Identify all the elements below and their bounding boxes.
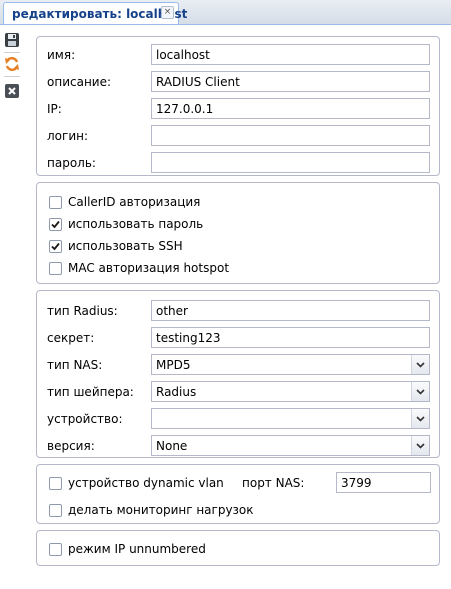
dynamic-vlan-label: устройство dynamic vlan	[68, 476, 224, 490]
tab-bar: редактировать: localhost ×	[0, 0, 451, 25]
refresh-icon[interactable]	[4, 56, 22, 74]
load-monitoring-checkbox[interactable]	[49, 504, 62, 517]
radius-type-label: тип Radius:	[47, 304, 118, 318]
secret-field[interactable]	[151, 327, 430, 348]
toolbar-separator	[4, 52, 20, 53]
nas-port-field[interactable]	[336, 472, 431, 493]
tab-edit-localhost[interactable]: редактировать: localhost ×	[3, 2, 187, 24]
use-ssh-checkbox[interactable]	[49, 240, 62, 253]
general-fieldset: имя: описание: IP: логин: пароль:	[36, 36, 440, 176]
login-field[interactable]	[151, 125, 430, 146]
use-password-checkbox[interactable]	[49, 218, 62, 231]
device-label: устройство:	[47, 412, 123, 426]
chevron-down-icon[interactable]	[411, 436, 429, 455]
secret-label: секрет:	[47, 331, 95, 345]
checkmark-icon	[51, 242, 60, 251]
ip-field[interactable]	[151, 98, 430, 119]
callerid-label: CallerID авторизация	[68, 195, 201, 209]
description-field[interactable]	[151, 71, 430, 92]
ip-label: IP:	[47, 102, 62, 116]
close-icon[interactable]	[4, 83, 22, 101]
use-ssh-label: использовать SSH	[68, 239, 183, 253]
dynamic-vlan-checkbox[interactable]	[49, 477, 62, 490]
ip-unnumbered-checkbox[interactable]	[49, 543, 62, 556]
nas-port-label: порт NAS:	[242, 476, 305, 490]
tab-close-icon[interactable]: ×	[161, 6, 174, 19]
vlan-fieldset: устройство dynamic vlan порт NAS: делать…	[36, 464, 440, 524]
load-monitoring-label: делать мониторинг нагрузок	[68, 503, 254, 517]
nas-type-value: MPD5	[156, 358, 191, 372]
version-value: None	[156, 439, 188, 453]
callerid-checkbox[interactable]	[49, 196, 62, 209]
options-fieldset: CallerID авторизация использовать пароль…	[36, 182, 440, 284]
shaper-type-select[interactable]: Radius	[151, 381, 430, 402]
shaper-type-label: тип шейпера:	[47, 385, 134, 399]
chevron-down-icon[interactable]	[411, 382, 429, 401]
version-select[interactable]: None	[151, 435, 430, 456]
description-label: описание:	[47, 75, 112, 89]
use-password-label: использовать пароль	[68, 217, 204, 231]
password-label: пароль:	[47, 156, 96, 170]
checkmark-icon	[51, 220, 60, 229]
ip-unnumbered-label: режим IP unnumbered	[68, 542, 206, 556]
name-label: имя:	[47, 48, 76, 62]
password-field[interactable]	[151, 152, 430, 173]
chevron-down-icon[interactable]	[411, 409, 429, 428]
name-field[interactable]	[151, 44, 430, 65]
radius-fieldset: тип Radius: секрет: тип NAS: MPD5 тип ше…	[36, 290, 440, 458]
device-select[interactable]	[151, 408, 430, 429]
unnumbered-fieldset: режим IP unnumbered	[36, 530, 440, 566]
toolbar-separator	[4, 76, 20, 77]
chevron-down-icon[interactable]	[411, 355, 429, 374]
side-toolbar	[0, 25, 26, 589]
nas-type-label: тип NAS:	[47, 358, 103, 372]
mac-hotspot-label: MAC авторизация hotspot	[68, 261, 230, 275]
save-icon[interactable]	[4, 32, 22, 50]
version-label: версия:	[47, 439, 95, 453]
login-label: логин:	[47, 129, 89, 143]
nas-type-select[interactable]: MPD5	[151, 354, 430, 375]
mac-hotspot-checkbox[interactable]	[49, 262, 62, 275]
radius-type-field[interactable]	[151, 300, 430, 321]
shaper-type-value: Radius	[156, 385, 197, 399]
